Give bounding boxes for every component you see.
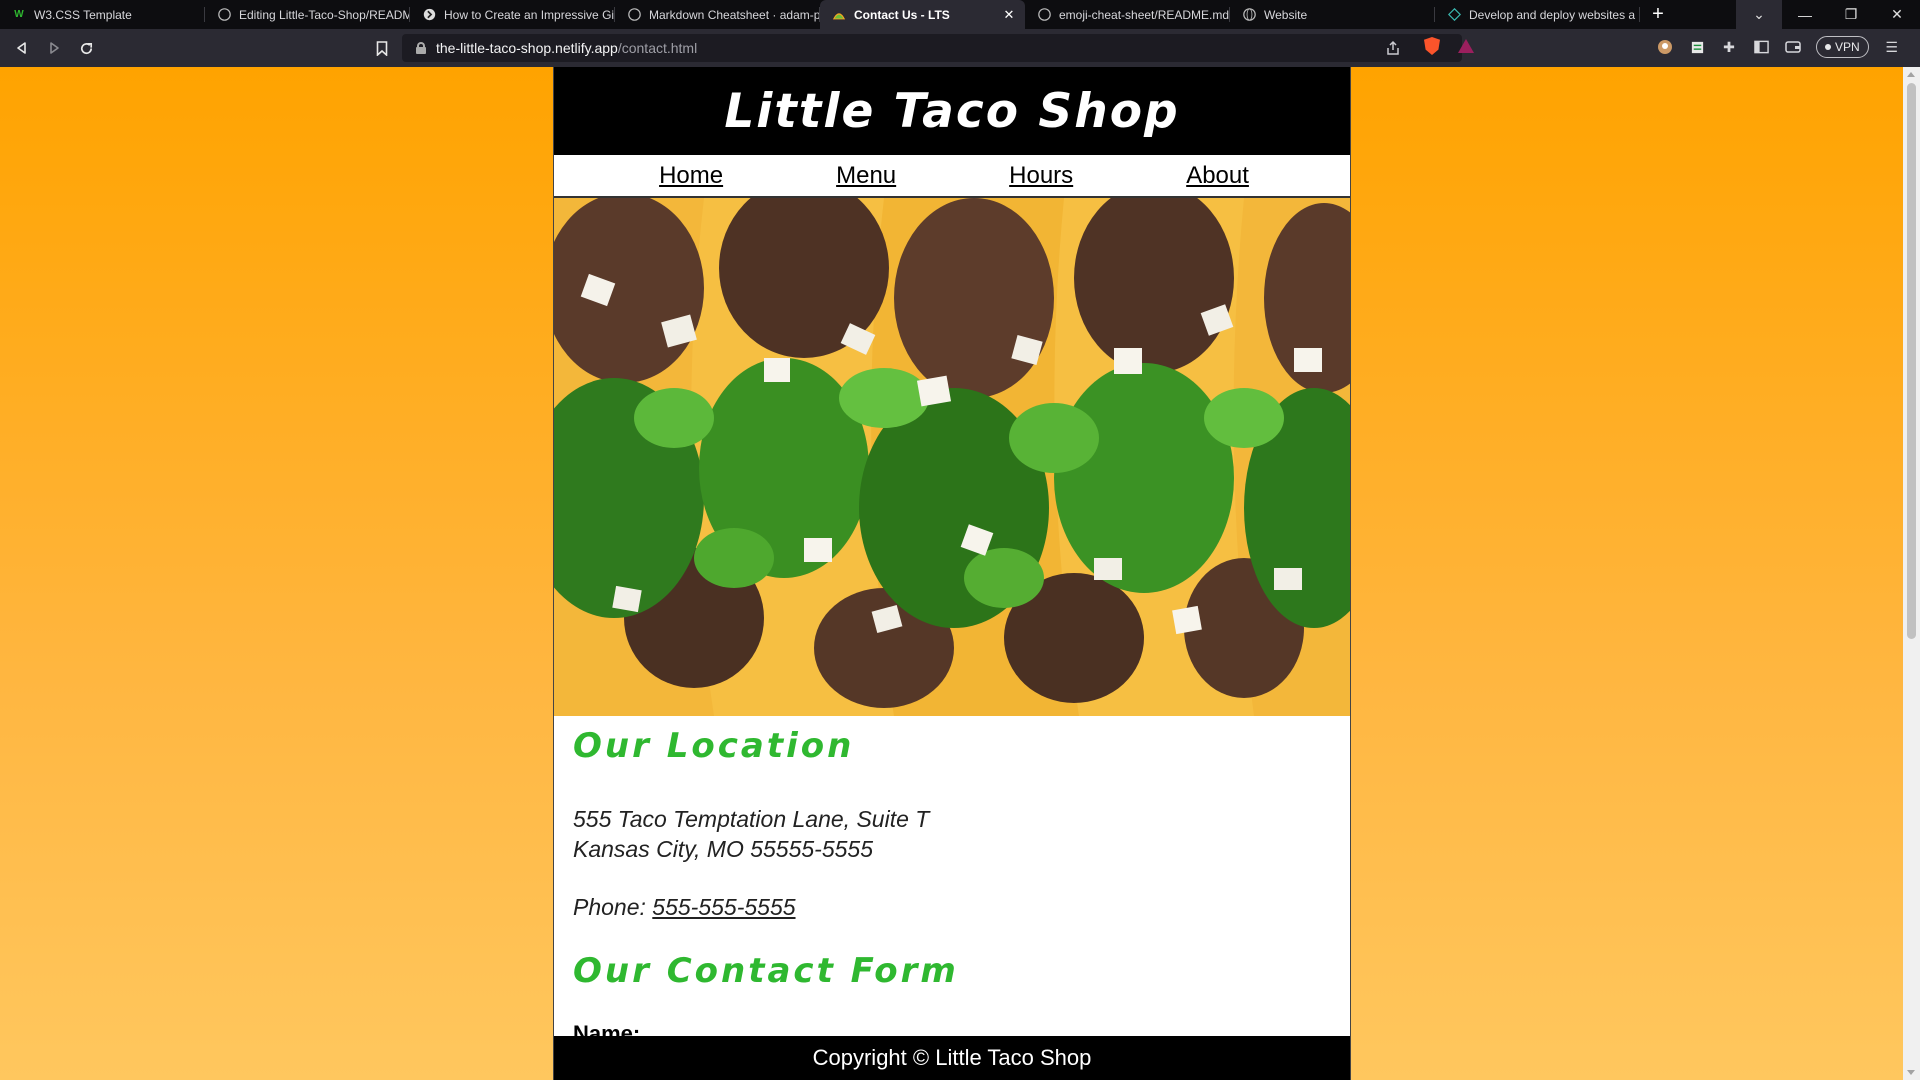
scrollbar-thumb[interactable] <box>1907 83 1916 639</box>
globe-icon <box>1242 8 1256 22</box>
tab-title: Contact Us - LTS <box>854 7 950 22</box>
phone-link[interactable]: 555-555-5555 <box>652 894 795 920</box>
phone-row: Phone: 555-555-5555 <box>573 894 1331 921</box>
extension-avatar-icon[interactable] <box>1656 38 1674 56</box>
close-window-icon[interactable]: ✕ <box>1874 0 1920 29</box>
new-tab-button[interactable]: + <box>1640 0 1676 29</box>
address: 555 Taco Temptation Lane, Suite T Kansas… <box>573 804 1331 864</box>
tab-title: W3.CSS Template <box>34 7 132 22</box>
back-icon[interactable] <box>6 33 38 63</box>
tab-impressive-github[interactable]: How to Create an Impressive Gi <box>410 0 615 29</box>
site-container: Little Taco Shop Home Menu Hours About O… <box>553 67 1351 1080</box>
site-header: Little Taco Shop <box>554 67 1350 155</box>
tab-markdown-cheatsheet[interactable]: Markdown Cheatsheet · adam-p <box>615 0 820 29</box>
nav-link-hours[interactable]: Hours <box>1009 162 1073 190</box>
wallet-icon[interactable] <box>1784 38 1802 56</box>
page-viewport: Little Taco Shop Home Menu Hours About O… <box>0 67 1920 1080</box>
page-scrollbar[interactable] <box>1903 67 1920 1080</box>
contact-content: Our Location 555 Taco Temptation Lane, S… <box>554 716 1350 1047</box>
tab-title: How to Create an Impressive Gi <box>444 7 615 22</box>
tab-w3css[interactable]: W W3.CSS Template <box>0 0 205 29</box>
vpn-label: VPN <box>1835 40 1860 54</box>
site-nav: Home Menu Hours About <box>554 155 1350 198</box>
address-bar[interactable]: the-little-taco-shop.netlify.app/contact… <box>402 34 1462 62</box>
vpn-status-dot <box>1825 44 1831 50</box>
scroll-up-arrow-icon[interactable] <box>1907 72 1915 77</box>
tacos-hero-image <box>554 198 1350 716</box>
github-icon <box>627 8 641 22</box>
puzzle-extensions-icon[interactable]: ✚ <box>1720 38 1738 56</box>
tab-title: Website <box>1264 7 1308 22</box>
w3-logo-icon: W <box>14 9 24 20</box>
forward-icon[interactable] <box>38 33 70 63</box>
netlify-icon <box>1447 8 1461 22</box>
tab-contact-us[interactable]: Contact Us - LTS ✕ <box>820 0 1025 29</box>
menu-icon[interactable]: ☰ <box>1883 38 1901 56</box>
vpn-button[interactable]: VPN <box>1816 36 1869 58</box>
toolbar-extension-icons: ✚ VPN ☰ <box>1656 36 1901 58</box>
tab-title: Markdown Cheatsheet · adam-p <box>649 7 820 22</box>
site-footer: Copyright © Little Taco Shop <box>554 1036 1350 1080</box>
minimize-icon[interactable]: — <box>1782 0 1828 29</box>
tab-emoji-cheat-sheet[interactable]: emoji-cheat-sheet/README.md <box>1025 0 1230 29</box>
sidebar-icon[interactable] <box>1752 38 1770 56</box>
url-host: the-little-taco-shop.netlify.app <box>436 40 618 56</box>
browser-tab-strip: W W3.CSS Template Editing Little-Taco-Sh… <box>0 0 1920 29</box>
brave-rewards-icon[interactable] <box>1458 39 1474 53</box>
github-icon <box>1037 8 1051 22</box>
extension-sheet-icon[interactable] <box>1688 38 1706 56</box>
tab-netlify[interactable]: Develop and deploy websites a <box>1435 0 1640 29</box>
tab-title: Editing Little-Taco-Shop/READM <box>239 7 410 22</box>
address-line-1: 555 Taco Temptation Lane, Suite T <box>573 806 930 832</box>
phone-label: Phone: <box>573 894 646 920</box>
scroll-down-arrow-icon[interactable] <box>1907 1070 1915 1075</box>
browser-toolbar: the-little-taco-shop.netlify.app/contact… <box>0 29 1920 67</box>
share-icon[interactable] <box>1385 40 1401 59</box>
url-path: /contact.html <box>617 40 698 56</box>
tab-title: emoji-cheat-sheet/README.md <box>1059 7 1230 22</box>
nav-link-home[interactable]: Home <box>659 162 723 190</box>
tab-website[interactable]: Website <box>1230 0 1435 29</box>
location-heading: Our Location <box>573 726 855 766</box>
address-line-2: Kansas City, MO 55555-5555 <box>573 836 874 862</box>
article-icon <box>422 8 436 22</box>
site-title: Little Taco Shop <box>724 83 1180 139</box>
nav-link-menu[interactable]: Menu <box>836 162 896 190</box>
copyright-text: Copyright © Little Taco Shop <box>812 1045 1092 1070</box>
tab-editing-readme[interactable]: Editing Little-Taco-Shop/READM <box>205 0 410 29</box>
window-controls: ⌄ — ❐ ✕ <box>1736 0 1920 29</box>
restore-icon[interactable]: ❐ <box>1828 0 1874 29</box>
github-icon <box>217 8 231 22</box>
reload-icon[interactable] <box>70 33 102 63</box>
bookmark-icon[interactable] <box>366 33 398 63</box>
contact-form-heading: Our Contact Form <box>573 951 959 991</box>
taco-icon <box>832 8 846 22</box>
nav-link-about[interactable]: About <box>1186 162 1249 190</box>
tab-title: Develop and deploy websites a <box>1469 7 1636 22</box>
close-tab-icon[interactable]: ✕ <box>1001 7 1017 23</box>
tab-list-chevron-icon[interactable]: ⌄ <box>1736 0 1782 29</box>
lock-icon <box>416 42 426 54</box>
